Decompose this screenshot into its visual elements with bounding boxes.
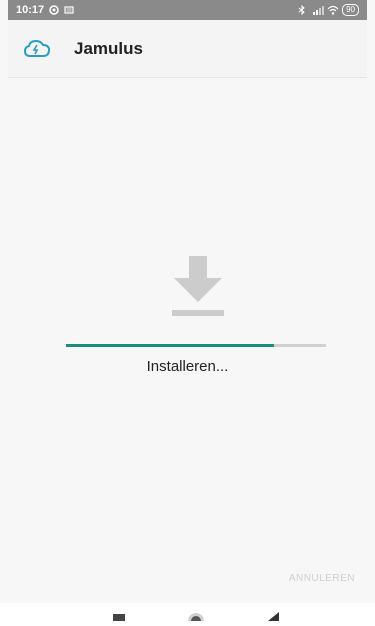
install-panel: Installeren... ANNULEREN	[8, 78, 367, 603]
install-progress-fill	[66, 344, 274, 347]
wifi-icon	[327, 5, 339, 15]
download-icon	[168, 256, 228, 318]
circle-icon[interactable]	[186, 608, 206, 626]
screen: 10:17 90 Jamulus Installeren... ANNULERE…	[0, 0, 375, 626]
cloud-icon	[22, 37, 52, 61]
status-time: 10:17	[16, 4, 45, 16]
install-progress-bar	[66, 344, 326, 347]
status-bar-left: 10:17	[16, 4, 74, 16]
square-icon[interactable]	[112, 608, 126, 626]
message-icon	[64, 5, 74, 15]
status-bar-right: 90	[297, 4, 359, 16]
signal-icon	[312, 5, 325, 15]
notification-icon	[49, 5, 59, 15]
cancel-button[interactable]: ANNULEREN	[287, 569, 357, 588]
install-status-text: Installeren...	[146, 358, 229, 375]
navigation-bar	[0, 603, 375, 626]
bluetooth-icon	[297, 4, 307, 16]
status-bar: 10:17 90	[8, 0, 367, 20]
app-title: Jamulus	[74, 38, 143, 58]
app-bar: Jamulus	[8, 20, 367, 78]
battery-icon: 90	[342, 4, 359, 16]
triangle-icon[interactable]	[266, 608, 280, 626]
